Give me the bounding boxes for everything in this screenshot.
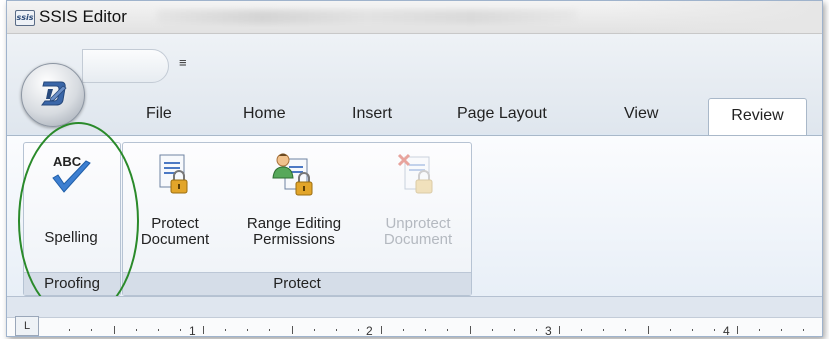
ruler-tick (625, 329, 626, 331)
ruler-tick (692, 329, 693, 331)
quick-access-dropdown-icon[interactable]: ≡ (179, 55, 187, 70)
ruler-tick (269, 329, 270, 331)
group-protect-label: Protect (123, 272, 471, 295)
ruler-tick (247, 329, 248, 331)
ruler-tick (447, 329, 448, 331)
unprotect-document-label-1: Unprotect (385, 215, 451, 232)
protect-document-lock-icon (159, 154, 188, 194)
range-editing-label-1: Range Editing (246, 215, 342, 232)
ruler-number-1: 1 (189, 324, 196, 337)
ruler-tick (714, 329, 715, 331)
horizontal-ruler[interactable]: L 1 2 3 4 (7, 296, 822, 337)
spelling-label: Spelling (44, 229, 98, 246)
tab-selector-button[interactable]: L (15, 316, 39, 336)
ruler-tick (314, 329, 315, 331)
quick-access-toolbar[interactable] (82, 49, 169, 83)
group-proofing: ABC Spelling Proofing (23, 142, 121, 296)
ruler-tick (136, 329, 137, 331)
ruler-tick (759, 329, 760, 331)
ruler-tick (514, 329, 515, 331)
ruler-tick (425, 329, 426, 331)
ruler-tick (114, 326, 115, 334)
protect-document-button[interactable]: Protect Document (128, 147, 222, 267)
ruler-number-4: 4 (723, 324, 730, 337)
app-logo-icon (41, 81, 67, 106)
window-title: SSIS Editor (39, 7, 127, 26)
ruler-tick (648, 326, 649, 334)
tab-review[interactable]: Review (708, 98, 807, 137)
application-menu-button[interactable] (21, 63, 85, 127)
ruler-tick (358, 329, 359, 331)
ruler-number-3: 3 (545, 324, 552, 337)
group-proofing-label: Proofing (24, 272, 120, 295)
ruler-tick (737, 326, 738, 334)
ruler-tick (403, 329, 404, 331)
tab-view[interactable]: View (624, 105, 658, 123)
spelling-button[interactable]: ABC Spelling (27, 147, 115, 267)
ruler-tick (69, 329, 70, 331)
ruler-tick (381, 326, 382, 334)
ruler-tick (803, 329, 804, 331)
ruler-tick (581, 329, 582, 331)
tab-review-label: Review (731, 107, 784, 124)
tab-home[interactable]: Home (243, 105, 286, 123)
ruler-number-2: 2 (366, 324, 373, 337)
ruler-tick (559, 326, 560, 334)
unprotect-document-icon (397, 153, 433, 194)
unprotect-document-label-2: Document (383, 231, 453, 248)
ruler-tick (336, 329, 337, 331)
range-editing-label-2: Permissions (253, 231, 335, 248)
range-editing-permissions-button[interactable]: Range Editing Permissions (233, 147, 355, 267)
tab-file[interactable]: File (146, 105, 172, 123)
spelling-abc-check-icon: ABC (52, 154, 91, 193)
protect-document-label-2: Document (140, 231, 210, 248)
ruler-tick (670, 329, 671, 331)
title-bar[interactable]: ssis SSIS Editor (7, 1, 822, 34)
ruler-tick (225, 329, 226, 331)
ruler-tick (292, 326, 293, 334)
tab-page-layout[interactable]: Page Layout (457, 105, 547, 123)
app-icon: ssis (15, 10, 35, 26)
ruler-tick (536, 329, 537, 331)
ruler-tick (180, 329, 181, 331)
protect-document-label-1: Protect (151, 215, 199, 232)
unprotect-document-button[interactable]: Unprotect Document (371, 147, 465, 267)
app-window: ssis SSIS Editor ≡ File Home Insert Page… (6, 0, 823, 337)
ruler-tick (603, 329, 604, 331)
tab-insert[interactable]: Insert (352, 105, 392, 123)
ruler-tick (470, 326, 471, 334)
blurred-document-title (157, 10, 577, 24)
ruler-tick (91, 329, 92, 331)
ruler-tick (158, 329, 159, 331)
group-protect: Protect Document Range Editing Permissio… (122, 142, 472, 296)
ruler-tick (492, 329, 493, 331)
ruler-tick (203, 326, 204, 334)
svg-text:ABC: ABC (53, 154, 82, 169)
ruler-tick (781, 329, 782, 331)
range-editing-user-lock-icon (272, 153, 313, 196)
